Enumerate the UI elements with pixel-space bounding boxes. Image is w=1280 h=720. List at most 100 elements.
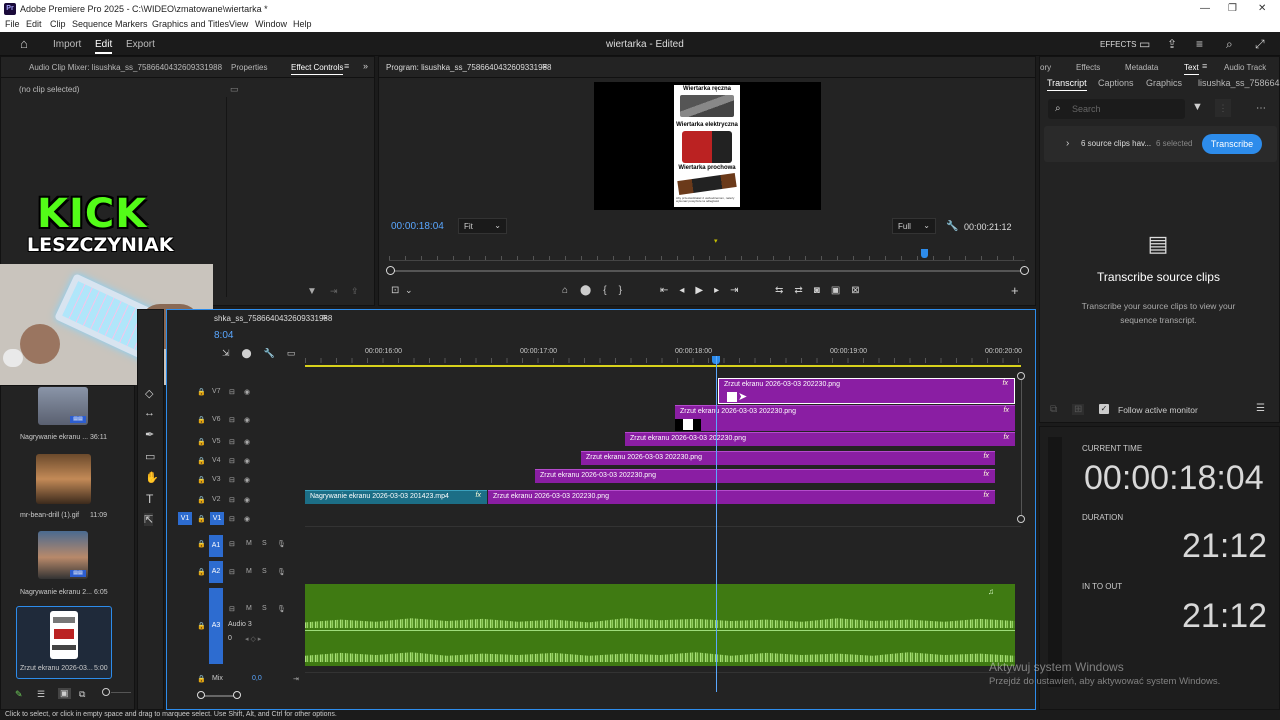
mute-button[interactable]: M (246, 540, 252, 547)
subtab-captions[interactable]: Captions (1098, 78, 1134, 88)
track-v1[interactable]: V1 (210, 512, 224, 525)
h-scrollbar[interactable] (197, 691, 241, 701)
clip-thumbnail[interactable]: ▤▤ (38, 531, 88, 579)
panel-menu-icon[interactable]: ≡ (344, 61, 349, 71)
lock-icon[interactable]: 🔒 (197, 476, 206, 484)
clip-tile-selected[interactable]: Zrzut ekranu 2026-03... 5:00 (16, 606, 112, 679)
lock-icon[interactable]: 🔒 (197, 540, 206, 548)
solo-button[interactable]: S (262, 568, 267, 575)
chevron-down-icon[interactable]: ⌄ (405, 285, 413, 296)
scroll-handle-left[interactable] (197, 691, 205, 699)
lock-icon[interactable]: 🔒 (197, 675, 206, 683)
menu-icon[interactable]: ≡ (1196, 37, 1203, 51)
toggle-sync-icon[interactable]: ⊟ (229, 388, 235, 396)
subtab-sequence[interactable]: lisushka_ss_758664 (1198, 78, 1280, 88)
mix-value[interactable]: 0,0 (252, 675, 262, 682)
playhead-marker[interactable] (921, 249, 928, 258)
mic-icon[interactable]: 🎙 (277, 540, 286, 548)
wrench-icon[interactable]: 🔧 (946, 221, 958, 232)
sequence-tab[interactable]: shka_ss_7586640432609331988 (214, 314, 332, 323)
scroll-handle-right[interactable] (233, 691, 241, 699)
track-a1[interactable]: A1 (209, 535, 223, 557)
freeform-view-icon[interactable]: ⧉ (79, 689, 85, 700)
restore-icon[interactable]: ❐ (1228, 3, 1237, 14)
add-marker-icon[interactable]: ⬤ (580, 285, 603, 296)
eye-icon[interactable]: ◉ (244, 515, 250, 523)
filter-icon[interactable]: ▼ (307, 286, 317, 297)
timeline-ruler[interactable]: 00:00:16:00 00:00:17:00 00:00:18:00 00:0… (305, 347, 1025, 365)
time-ruler[interactable] (389, 251, 1025, 261)
marker-icon[interactable]: ⬤ (242, 348, 264, 358)
split-icon[interactable]: ⋮ (1215, 99, 1231, 117)
lift-icon[interactable]: ⌂ (562, 285, 580, 296)
type-tool-icon[interactable]: T (146, 492, 153, 506)
track-v4[interactable]: V4 (212, 457, 221, 464)
panel-icon[interactable]: ▭ (1139, 37, 1150, 51)
overwrite-icon[interactable]: ⇄ (794, 285, 813, 296)
share-icon[interactable]: ⇪ (1167, 37, 1177, 51)
mute-button[interactable]: M (246, 605, 252, 612)
toggle-sync-icon[interactable]: ⊟ (229, 515, 235, 523)
source-clips-row[interactable]: › 6 source clips hav... 6 selected Trans… (1044, 126, 1277, 162)
audio-clip-a3[interactable]: ♫ (305, 584, 1015, 666)
mark-out-icon[interactable]: } (619, 285, 634, 296)
rectangle-tool-icon[interactable]: ▭ (145, 450, 155, 463)
mark-in-icon[interactable]: { (603, 285, 618, 296)
panel-menu-icon[interactable]: ≡ (1202, 61, 1207, 71)
tab-import[interactable]: Import (53, 39, 81, 50)
clip-thumbnail[interactable]: ▤▤ (38, 387, 88, 425)
volume-line[interactable] (305, 630, 1015, 631)
chevron-right-icon[interactable]: › (1066, 138, 1069, 149)
tab-history[interactable]: ory (1040, 63, 1051, 72)
panel-menu-icon[interactable]: ≡ (322, 312, 327, 322)
toggle-sync-icon[interactable]: ⊟ (229, 605, 235, 613)
lock-icon[interactable]: 🔒 (197, 496, 206, 504)
vr-icon[interactable]: ⊠ (851, 285, 870, 296)
toggle-sync-icon[interactable]: ⊟ (229, 416, 235, 424)
clip-v2-image[interactable]: Zrzut ekranu 2026-03-03 202230.png fx (488, 490, 995, 504)
close-icon[interactable]: ✕ (1258, 3, 1266, 14)
tab-effect-controls[interactable]: Effect Controls (291, 63, 344, 75)
menu-help[interactable]: Help (293, 19, 312, 29)
toggle-sync-icon[interactable]: ⊟ (229, 540, 235, 548)
toggle-sync-icon[interactable]: ⊟ (229, 457, 235, 465)
eye-icon[interactable]: ◉ (244, 457, 250, 465)
pen-tool-icon[interactable]: ✒ (145, 428, 154, 441)
list-view-icon[interactable]: ☰ (37, 689, 45, 700)
tab-properties[interactable]: Properties (231, 63, 267, 72)
v-scrollbar[interactable] (1021, 380, 1022, 515)
timeline-timecode[interactable]: 8:04 (214, 330, 233, 341)
icon-view-icon[interactable]: ▣ (58, 688, 71, 699)
subtab-transcript[interactable]: Transcript (1047, 78, 1087, 91)
mic-icon[interactable]: 🎙 (277, 568, 286, 576)
clip-v6[interactable]: Zrzut ekranu 2026-03-03 202230.png fx (675, 405, 1015, 431)
v-scroll-handle-bottom[interactable] (1017, 515, 1025, 523)
eye-icon[interactable]: ◉ (244, 416, 250, 424)
lock-icon[interactable]: 🔒 (197, 457, 206, 465)
track-v2[interactable]: V2 (212, 496, 221, 503)
clip-v5[interactable]: Zrzut ekranu 2026-03-03 202230.png fx (625, 432, 1015, 446)
scroll-handle-left[interactable] (386, 266, 395, 275)
go-to-in-icon[interactable]: ⇤ (660, 285, 679, 296)
lock-icon[interactable]: 🔒 (197, 416, 206, 424)
video-frame[interactable]: Wiertarka ręczna Wiertarka elektryczna W… (594, 82, 821, 210)
subtab-graphics[interactable]: Graphics (1146, 78, 1182, 88)
track-v7[interactable]: V7 (212, 388, 221, 395)
clip-v2-video[interactable]: Nagrywanie ekranu 2026-03-03 201423.mp4 … (305, 490, 487, 504)
zoom-scrollbar[interactable] (389, 270, 1025, 272)
fullscreen-icon[interactable]: ⤢ (1255, 37, 1265, 52)
snap-icon[interactable]: ⇲ (222, 348, 242, 358)
menu-file[interactable]: File (5, 19, 20, 29)
step-back-icon[interactable]: ◂ (679, 285, 695, 296)
insert-icon[interactable]: ⇆ (775, 285, 794, 296)
zoom-slider[interactable] (111, 692, 131, 693)
effects-label[interactable]: EFFECTS (1100, 40, 1136, 49)
track-v5[interactable]: V5 (212, 438, 221, 445)
clip-thumbnail[interactable] (36, 454, 91, 504)
hand-tool-icon[interactable]: ✋ (145, 471, 159, 484)
menu-graphics[interactable]: Graphics and Titles (152, 19, 229, 29)
layout-icon[interactable]: ⊞ (1072, 404, 1085, 415)
solo-button[interactable]: S (262, 540, 267, 547)
tab-text[interactable]: Text (1184, 63, 1199, 75)
tab-audio-track[interactable]: Audio Track (1224, 63, 1266, 72)
